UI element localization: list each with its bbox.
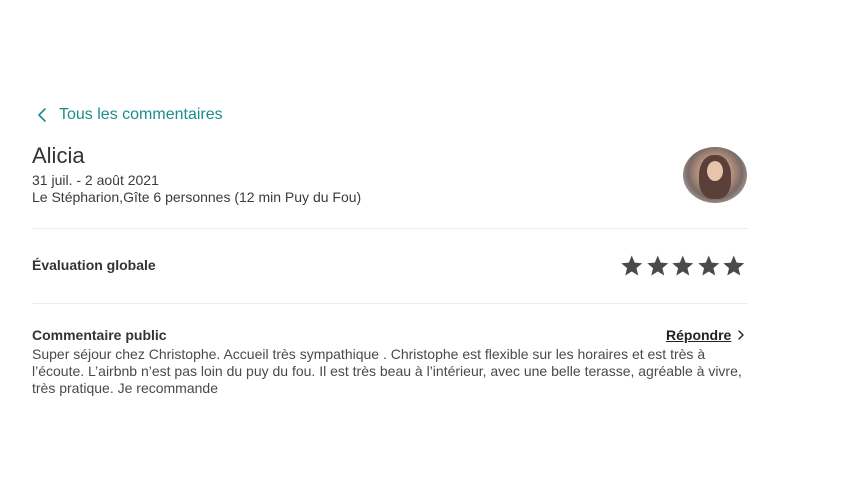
public-comment-text: Super séjour chez Christophe. Accueil tr… [32,346,742,396]
overall-rating-label: Évaluation globale [32,257,156,273]
avatar-face [707,161,723,181]
star-icon [723,255,745,276]
review-detail-page: Tous les commentaires Alicia 31 juil. - … [0,0,854,480]
star-icon [621,255,643,276]
reply-link[interactable]: Répondre [666,327,747,343]
stay-dates: 31 juil. - 2 août 2021 [32,172,159,188]
star-icon [646,255,668,276]
chevron-left-icon [38,108,46,122]
divider [32,303,748,304]
back-to-all-reviews-link[interactable]: Tous les commentaires [33,106,223,124]
public-comment-title: Commentaire public [32,327,167,343]
guest-name: Alicia [32,143,85,168]
guest-avatar[interactable] [683,147,747,203]
divider [32,228,748,229]
star-rating [619,254,747,278]
chevron-right-icon [738,330,745,340]
reply-label: Répondre [666,327,732,343]
star-icon [672,255,694,276]
back-link-label: Tous les commentaires [59,106,223,123]
listing-title: Le Stépharion,Gîte 6 personnes (12 min P… [32,189,362,205]
star-icon [697,255,719,276]
